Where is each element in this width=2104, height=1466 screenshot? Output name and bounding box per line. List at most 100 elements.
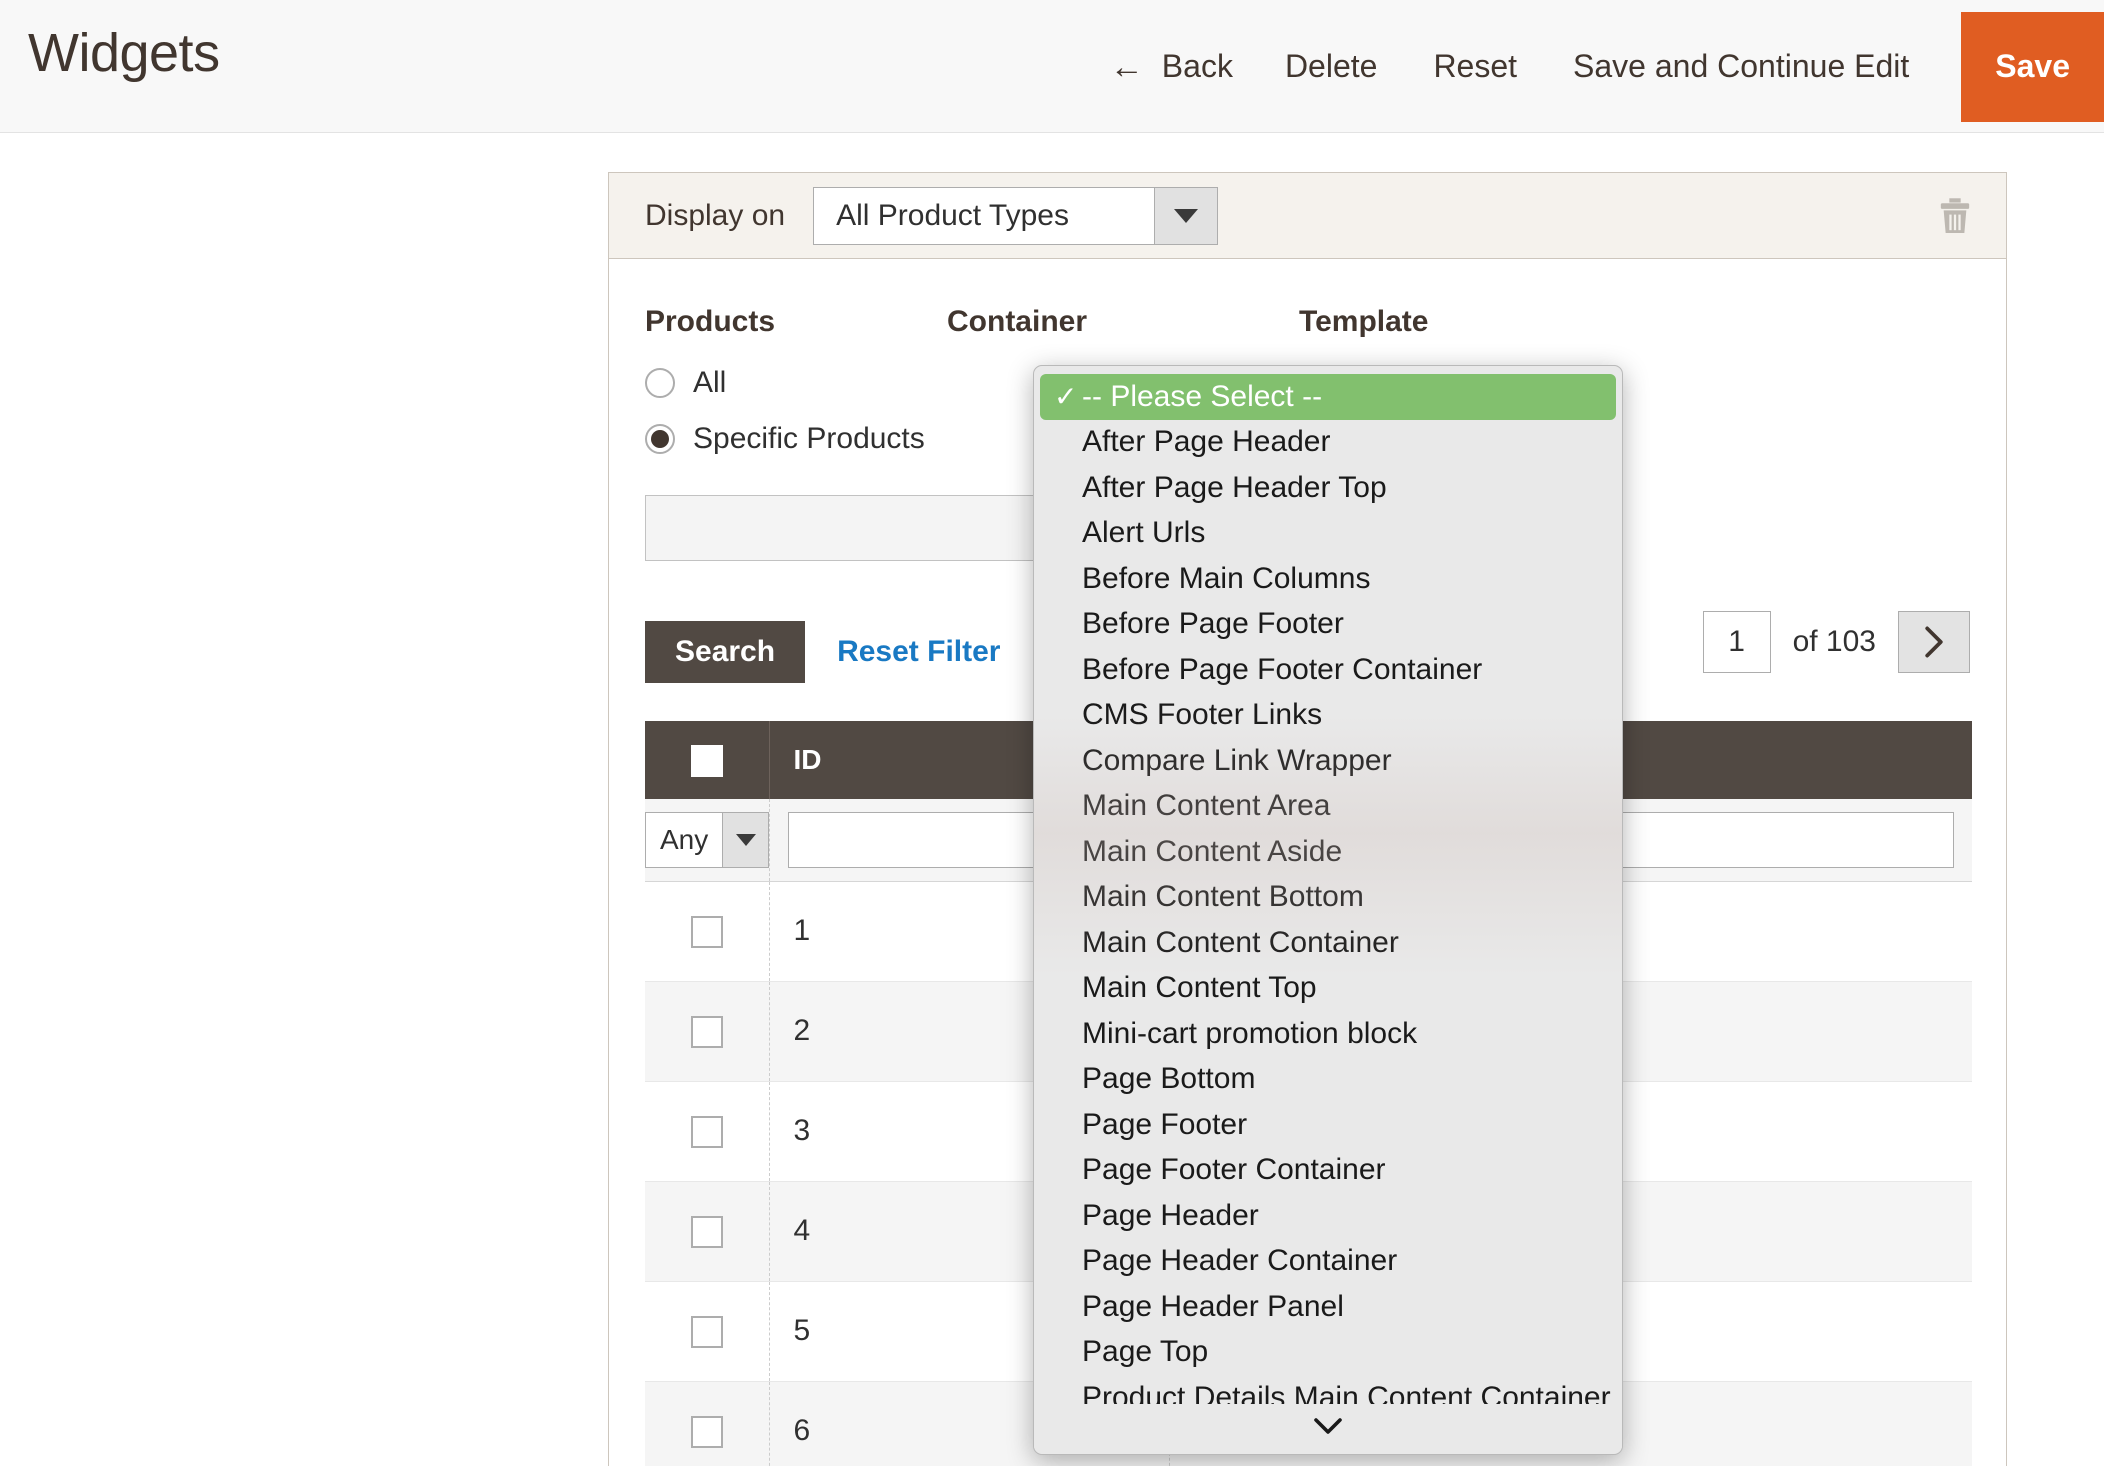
search-button-label: Search: [675, 635, 776, 668]
save-button-label: Save: [1995, 48, 2070, 84]
panel-header: Display on All Product Types: [609, 173, 2006, 259]
chevron-down-icon: [1154, 187, 1218, 244]
products-radio-specific[interactable]: Specific Products: [645, 419, 925, 459]
row-checkbox-cell[interactable]: [645, 1281, 770, 1382]
dropdown-option-20[interactable]: Page Header Panel: [1034, 1284, 1622, 1330]
dropdown-option-11[interactable]: Main Content Bottom: [1034, 875, 1622, 921]
grid-filter-any-select[interactable]: Any: [645, 811, 770, 868]
grid-select-all-header[interactable]: [645, 721, 770, 799]
dropdown-scroll-down[interactable]: [1034, 1404, 1622, 1448]
select-all-checkbox-icon[interactable]: [690, 744, 723, 777]
page-total-label: of 103: [1792, 625, 1876, 658]
dropdown-option-13[interactable]: Main Content Top: [1034, 966, 1622, 1012]
dropdown-option-17[interactable]: Page Footer Container: [1034, 1148, 1622, 1194]
row-checkbox-cell[interactable]: [645, 981, 770, 1082]
grid-filter-any-value: Any: [660, 823, 709, 855]
products-radio-group: All Specific Products: [645, 363, 925, 475]
dropdown-option-8[interactable]: Compare Link Wrapper: [1034, 738, 1622, 784]
delete-button[interactable]: Delete: [1257, 0, 1406, 133]
chevron-down-icon: [1314, 1418, 1342, 1434]
grid-filter-any-cell: Any: [645, 799, 770, 882]
dropdown-option-17-label: Page Footer Container: [1082, 1153, 1386, 1187]
dropdown-option-18[interactable]: Page Header: [1034, 1193, 1622, 1239]
dropdown-option-19[interactable]: Page Header Container: [1034, 1239, 1622, 1285]
container-dropdown-list[interactable]: ✓ -- Please Select -- After Page Header …: [1033, 365, 1623, 1455]
radio-icon-all: [645, 368, 675, 398]
dropdown-option-1-label: After Page Header: [1082, 425, 1331, 459]
dropdown-option-16-label: Page Footer: [1082, 1107, 1248, 1141]
filter-buttons: Search Reset Filter: [645, 621, 1000, 683]
reset-filter-link[interactable]: Reset Filter: [837, 635, 1000, 669]
dropdown-option-1[interactable]: After Page Header: [1034, 420, 1622, 466]
dropdown-option-2[interactable]: After Page Header Top: [1034, 465, 1622, 511]
next-page-button[interactable]: [1898, 611, 1970, 673]
dropdown-option-3[interactable]: Alert Urls: [1034, 511, 1622, 557]
dropdown-option-7[interactable]: CMS Footer Links: [1034, 693, 1622, 739]
reset-button-label: Reset: [1433, 48, 1518, 84]
checkbox-icon[interactable]: [690, 1016, 723, 1049]
checkbox-icon[interactable]: [690, 1316, 723, 1349]
header-actions: ← Back Delete Reset Save and Continue Ed…: [1082, 0, 2104, 133]
dropdown-option-14[interactable]: Mini-cart promotion block: [1034, 1011, 1622, 1057]
save-button[interactable]: Save: [1961, 11, 2104, 122]
display-on-value: All Product Types: [836, 198, 1069, 232]
chevron-down-icon: [722, 812, 769, 867]
page-title: Widgets: [28, 23, 220, 83]
save-and-continue-edit-label: Save and Continue Edit: [1573, 48, 1910, 84]
dropdown-option-12[interactable]: Main Content Container: [1034, 920, 1622, 966]
dropdown-option-3-label: Alert Urls: [1082, 516, 1206, 550]
products-radio-all[interactable]: All: [645, 363, 925, 403]
dropdown-option-0-label: -- Please Select --: [1082, 379, 1323, 413]
checkbox-icon[interactable]: [690, 1216, 723, 1249]
dropdown-option-8-label: Compare Link Wrapper: [1082, 743, 1392, 777]
display-on-select[interactable]: All Product Types: [813, 186, 1219, 245]
row-checkbox-cell[interactable]: [645, 1381, 770, 1466]
arrow-left-icon: ←: [1109, 47, 1144, 86]
chevron-right-icon: [1925, 626, 1943, 658]
products-radio-specific-label: Specific Products: [693, 422, 925, 455]
dropdown-option-5-label: Before Page Footer: [1082, 607, 1344, 641]
page-header: Widgets ← Back Delete Reset Save and Con…: [0, 0, 2104, 133]
row-checkbox-cell[interactable]: [645, 1081, 770, 1182]
dropdown-option-4-label: Before Main Columns: [1082, 561, 1371, 595]
dropdown-option-4[interactable]: Before Main Columns: [1034, 556, 1622, 602]
dropdown-option-16[interactable]: Page Footer: [1034, 1102, 1622, 1148]
products-column-header: Products: [645, 305, 776, 338]
dropdown-option-21[interactable]: Page Top: [1034, 1330, 1622, 1376]
page-number-input[interactable]: [1702, 611, 1771, 673]
delete-button-label: Delete: [1284, 48, 1378, 84]
save-and-continue-edit-button[interactable]: Save and Continue Edit: [1545, 0, 1937, 133]
dropdown-option-20-label: Page Header Panel: [1082, 1289, 1344, 1323]
dropdown-option-7-label: CMS Footer Links: [1082, 698, 1323, 732]
dropdown-option-10[interactable]: Main Content Aside: [1034, 829, 1622, 875]
dropdown-option-2-label: After Page Header Top: [1082, 470, 1387, 504]
checkbox-icon[interactable]: [690, 1116, 723, 1149]
dropdown-option-10-label: Main Content Aside: [1082, 834, 1343, 868]
dropdown-option-19-label: Page Header Container: [1082, 1244, 1398, 1278]
reset-button[interactable]: Reset: [1405, 0, 1545, 133]
trash-icon[interactable]: [1938, 197, 1972, 235]
products-radio-all-label: All: [693, 366, 727, 399]
search-button[interactable]: Search: [645, 621, 806, 683]
dropdown-option-21-label: Page Top: [1082, 1335, 1209, 1369]
back-button[interactable]: ← Back: [1082, 0, 1257, 133]
back-button-label: Back: [1161, 48, 1233, 84]
container-column-header: Container: [947, 305, 1088, 338]
dropdown-option-9-label: Main Content Area: [1082, 789, 1331, 823]
dropdown-option-13-label: Main Content Top: [1082, 971, 1317, 1005]
dropdown-option-9[interactable]: Main Content Area: [1034, 784, 1622, 830]
dropdown-option-15-label: Page Bottom: [1082, 1062, 1256, 1096]
radio-icon-specific-selected: [645, 424, 675, 454]
checkbox-icon[interactable]: [690, 916, 723, 949]
dropdown-option-12-label: Main Content Container: [1082, 925, 1399, 959]
check-icon: ✓: [1054, 380, 1078, 412]
row-checkbox-cell[interactable]: [645, 1181, 770, 1282]
dropdown-option-0[interactable]: ✓ -- Please Select --: [1040, 374, 1616, 420]
dropdown-option-11-label: Main Content Bottom: [1082, 880, 1364, 914]
dropdown-option-6[interactable]: Before Page Footer Container: [1034, 647, 1622, 693]
dropdown-option-15[interactable]: Page Bottom: [1034, 1057, 1622, 1103]
dropdown-option-18-label: Page Header: [1082, 1198, 1259, 1232]
row-checkbox-cell[interactable]: [645, 881, 770, 982]
checkbox-icon[interactable]: [690, 1416, 723, 1449]
dropdown-option-5[interactable]: Before Page Footer: [1034, 602, 1622, 648]
